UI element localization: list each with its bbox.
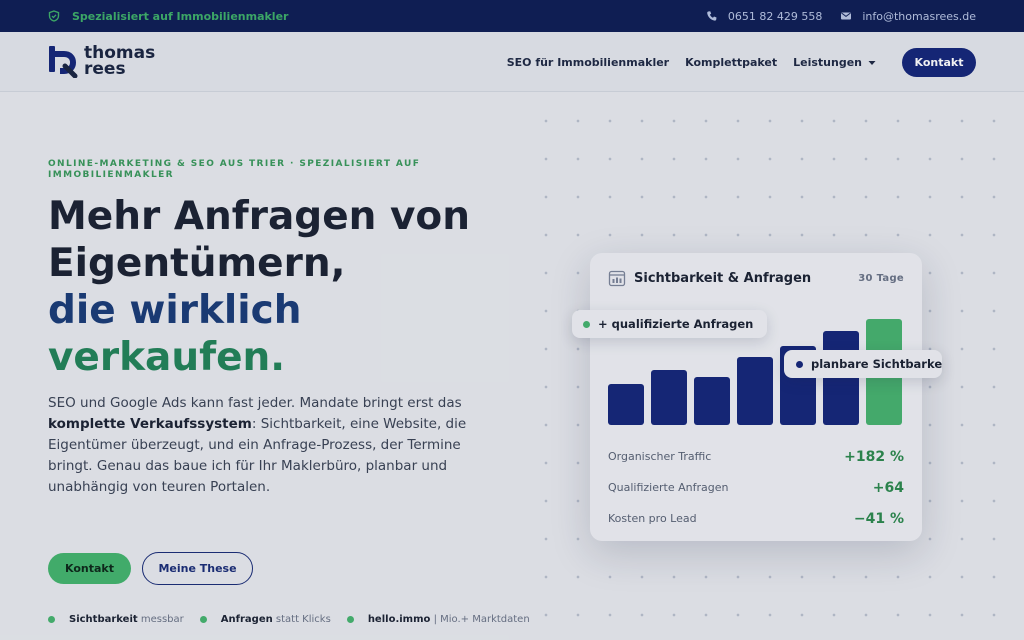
- feature-item: Sichtbarkeit messbar: [48, 614, 184, 625]
- calendar-chart-icon: [608, 270, 626, 287]
- bullet-dot: [48, 616, 55, 623]
- contact-nav-button[interactable]: Kontakt: [902, 48, 976, 77]
- stats-card: Sichtbarkeit & Anfragen 30 Tage Organisc…: [590, 253, 922, 541]
- stat-row: Qualifizierte Anfragen +64: [608, 472, 904, 503]
- nav-label: Komplettpaket: [685, 56, 778, 69]
- feature-item: hello.immo | Mio.+ Marktdaten: [346, 614, 530, 625]
- chart-bar: [694, 377, 730, 425]
- feature-rest: | Mio.+ Marktdaten: [433, 614, 530, 625]
- card-period: 30 Tage: [858, 273, 904, 284]
- chart-bar: [823, 331, 859, 425]
- stats-list: Organischer Traffic +182 % Qualifizierte…: [608, 441, 904, 534]
- top-bar: Spezialisiert auf Immobilienmakler 0651 …: [0, 0, 1024, 32]
- logo-line-2: rees: [84, 59, 126, 79]
- intro-bold: komplette Verkaufssystem: [48, 416, 252, 432]
- nav-link-komplettpaket[interactable]: Komplettpaket: [685, 56, 777, 69]
- feature-bold: Anfragen: [220, 614, 273, 625]
- top-bar-phone-link[interactable]: 0651 82 429 558: [706, 10, 822, 23]
- email-address: info@thomasrees.de: [862, 9, 976, 23]
- top-bar-contact: 0651 82 429 558 info@thomasrees.de: [706, 0, 976, 32]
- card-title: Sichtbarkeit & Anfragen: [634, 270, 812, 286]
- logo-wordmark: thomas rees: [84, 45, 155, 79]
- pill-dot: [583, 320, 590, 328]
- bullet-dot: [346, 616, 354, 623]
- bullet-dot: [199, 616, 207, 623]
- pill-label: + qualifizierte Anfragen: [598, 317, 754, 331]
- stat-label: Organischer Traffic: [608, 450, 712, 463]
- feature-item: Anfragen statt Klicks: [199, 614, 331, 625]
- floating-pill-sichtbarkeit: planbare Sichtbarkeit: [784, 350, 942, 378]
- hero-kicker: Online-Marketing & SEO aus Trier · Spezi…: [48, 159, 421, 180]
- nav-link-leistungen[interactable]: Leistungen: [793, 56, 876, 69]
- chart-bar: [737, 357, 773, 425]
- stat-value: −41 %: [853, 510, 904, 527]
- main-nav: SEO für Immobilienmakler Komplettpaket L…: [507, 48, 976, 77]
- logo-mark-icon: [49, 46, 78, 78]
- chart-bar: [608, 384, 644, 425]
- chevron-down-icon: [868, 60, 876, 65]
- mail-icon: [840, 10, 852, 22]
- site-header: thomas rees SEO für Immobilienmakler Kom…: [0, 32, 1024, 92]
- top-bar-email-link[interactable]: info@thomasrees.de: [840, 10, 976, 23]
- nav-label: Leistungen: [793, 56, 862, 69]
- hero-headline: Mehr Anfragen von Eigentümern, die wirkl…: [48, 193, 508, 381]
- chart-bar: [651, 370, 687, 425]
- nav-link-seo[interactable]: SEO für Immobilienmakler: [507, 56, 669, 69]
- feature-bold: hello.immo: [367, 614, 431, 625]
- pill-label: planbare Sichtbarkeit: [811, 357, 942, 371]
- phone-number: 0651 82 429 558: [727, 9, 823, 23]
- nav-label: SEO für Immobilienmakler: [506, 56, 670, 69]
- headline-line-1: Mehr Anfragen von Eigentümern,: [48, 194, 470, 286]
- contact-button[interactable]: Kontakt: [48, 553, 131, 584]
- headline-line-3: verkaufen.: [48, 335, 286, 380]
- shield-check-icon: [48, 10, 60, 22]
- stat-label: Qualifizierte Anfragen: [608, 481, 729, 494]
- stat-row: Organischer Traffic +182 %: [608, 441, 904, 472]
- headline-line-2: die wirklich: [48, 288, 302, 333]
- feature-rest: statt Klicks: [275, 614, 331, 625]
- stat-value: +64: [872, 479, 904, 496]
- card-header: Sichtbarkeit & Anfragen: [608, 269, 811, 287]
- feature-bold: Sichtbarkeit: [69, 614, 138, 625]
- stat-value: +182 %: [844, 448, 904, 465]
- floating-pill-anfragen: + qualifizierte Anfragen: [572, 310, 768, 338]
- top-bar-tagline-group: Spezialisiert auf Immobilienmakler: [48, 0, 288, 32]
- site-logo[interactable]: thomas rees: [48, 44, 155, 78]
- top-bar-tagline: Spezialisiert auf Immobilienmakler: [72, 9, 289, 23]
- stat-row: Kosten pro Lead −41 %: [608, 503, 904, 534]
- phone-icon: [706, 10, 718, 22]
- stat-label: Kosten pro Lead: [608, 512, 697, 525]
- intro-part-1: SEO und Google Ads kann fast jeder. Mand…: [48, 395, 462, 411]
- feature-rest: messbar: [140, 614, 184, 625]
- meine-these-button[interactable]: Meine These: [142, 552, 253, 585]
- feature-list: Sichtbarkeit messbar Anfragen statt Klic…: [48, 614, 530, 625]
- hero-intro: SEO und Google Ads kann fast jeder. Mand…: [48, 393, 488, 498]
- pill-dot: [796, 360, 803, 368]
